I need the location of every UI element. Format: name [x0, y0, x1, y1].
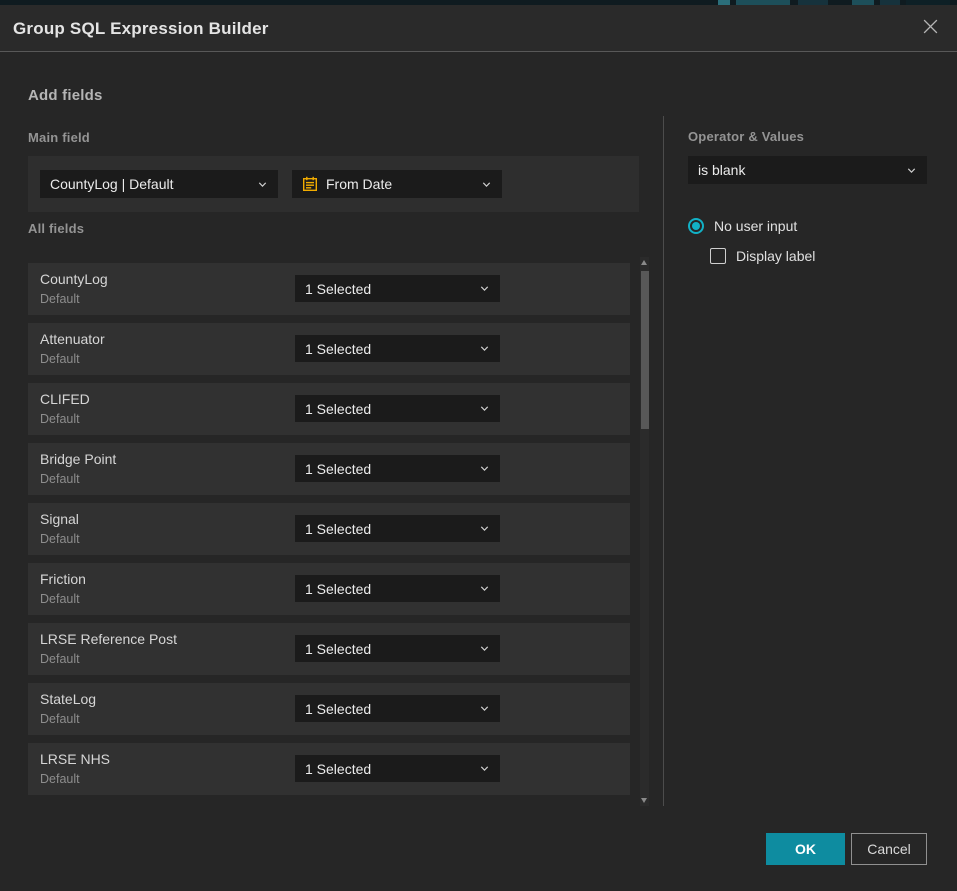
field-values-dropdown[interactable]: 1 Selected [295, 575, 500, 602]
field-sublabel: Default [40, 292, 80, 306]
dropdown-value: 1 Selected [305, 641, 473, 657]
field-name: CountyLog [40, 271, 108, 287]
field-row: LRSE NHS Default 1 Selected [28, 743, 630, 795]
no-user-input-label: No user input [714, 218, 797, 234]
field-values-dropdown[interactable]: 1 Selected [295, 515, 500, 542]
field-sublabel: Default [40, 532, 80, 546]
field-values-dropdown[interactable]: 1 Selected [295, 335, 500, 362]
dropdown-value: CountyLog | Default [50, 176, 251, 192]
dropdown-value: 1 Selected [305, 401, 473, 417]
add-fields-heading: Add fields [28, 87, 103, 104]
main-field-label: Main field [28, 130, 90, 145]
field-name: LRSE Reference Post [40, 631, 177, 647]
field-name: StateLog [40, 691, 96, 707]
dropdown-value: From Date [326, 176, 475, 192]
group-sql-expression-builder-dialog: Group SQL Expression Builder Add fields … [0, 0, 957, 891]
list-scrollbar[interactable] [640, 257, 649, 806]
all-fields-list: CountyLog Default 1 Selected Attenuator … [28, 263, 630, 803]
field-name: Attenuator [40, 331, 105, 347]
field-sublabel: Default [40, 652, 80, 666]
field-row: Signal Default 1 Selected [28, 503, 630, 555]
field-values-dropdown[interactable]: 1 Selected [295, 395, 500, 422]
main-field-source-dropdown[interactable]: CountyLog | Default [40, 170, 278, 198]
field-row: Friction Default 1 Selected [28, 563, 630, 615]
main-field-box: CountyLog | Default From Date [28, 156, 639, 212]
chevron-down-icon [906, 165, 917, 176]
close-icon [922, 18, 939, 40]
field-row: Bridge Point Default 1 Selected [28, 443, 630, 495]
display-label-label: Display label [736, 248, 815, 264]
dropdown-value: 1 Selected [305, 521, 473, 537]
dialog-header: Group SQL Expression Builder [0, 5, 957, 52]
field-name: Friction [40, 571, 86, 587]
chevron-down-icon [479, 703, 490, 714]
field-values-dropdown[interactable]: 1 Selected [295, 275, 500, 302]
scrollbar-thumb[interactable] [641, 271, 649, 429]
main-field-field-dropdown[interactable]: From Date [292, 170, 502, 198]
chevron-down-icon [479, 763, 490, 774]
field-sublabel: Default [40, 712, 80, 726]
close-button[interactable] [916, 15, 944, 43]
field-row: StateLog Default 1 Selected [28, 683, 630, 735]
scrollbar-up-arrow-icon[interactable] [641, 260, 647, 265]
no-user-input-radio[interactable]: No user input [688, 218, 797, 234]
dropdown-value: is blank [698, 162, 900, 178]
checkbox-unchecked-icon [710, 248, 726, 264]
field-sublabel: Default [40, 592, 80, 606]
field-row: Attenuator Default 1 Selected [28, 323, 630, 375]
field-sublabel: Default [40, 772, 80, 786]
chevron-down-icon [479, 643, 490, 654]
chevron-down-icon [479, 583, 490, 594]
chevron-down-icon [479, 343, 490, 354]
field-sublabel: Default [40, 352, 80, 366]
dropdown-value: 1 Selected [305, 701, 473, 717]
dropdown-value: 1 Selected [305, 461, 473, 477]
field-row: LRSE Reference Post Default 1 Selected [28, 623, 630, 675]
field-sublabel: Default [40, 472, 80, 486]
chevron-down-icon [479, 283, 490, 294]
field-name: CLIFED [40, 391, 90, 407]
field-values-dropdown[interactable]: 1 Selected [295, 455, 500, 482]
dropdown-value: 1 Selected [305, 761, 473, 777]
dropdown-value: 1 Selected [305, 281, 473, 297]
calendar-date-icon [302, 176, 318, 192]
field-name: Signal [40, 511, 79, 527]
operator-values-label: Operator & Values [688, 129, 804, 144]
field-values-dropdown[interactable]: 1 Selected [295, 695, 500, 722]
chevron-down-icon [481, 179, 492, 190]
chevron-down-icon [257, 179, 268, 190]
dropdown-value: 1 Selected [305, 341, 473, 357]
field-name: LRSE NHS [40, 751, 110, 767]
field-name: Bridge Point [40, 451, 116, 467]
field-row: CLIFED Default 1 Selected [28, 383, 630, 435]
dropdown-value: 1 Selected [305, 581, 473, 597]
field-row: CountyLog Default 1 Selected [28, 263, 630, 315]
radio-selected-icon [688, 218, 704, 234]
display-label-checkbox[interactable]: Display label [710, 248, 815, 264]
all-fields-label: All fields [28, 221, 84, 236]
panel-divider [663, 116, 664, 806]
dialog-title: Group SQL Expression Builder [13, 19, 269, 39]
field-sublabel: Default [40, 412, 80, 426]
chevron-down-icon [479, 523, 490, 534]
field-values-dropdown[interactable]: 1 Selected [295, 755, 500, 782]
ok-button[interactable]: OK [766, 833, 845, 865]
operator-dropdown[interactable]: is blank [688, 156, 927, 184]
scrollbar-down-arrow-icon[interactable] [641, 798, 647, 803]
chevron-down-icon [479, 403, 490, 414]
cancel-button[interactable]: Cancel [851, 833, 927, 865]
chevron-down-icon [479, 463, 490, 474]
field-values-dropdown[interactable]: 1 Selected [295, 635, 500, 662]
